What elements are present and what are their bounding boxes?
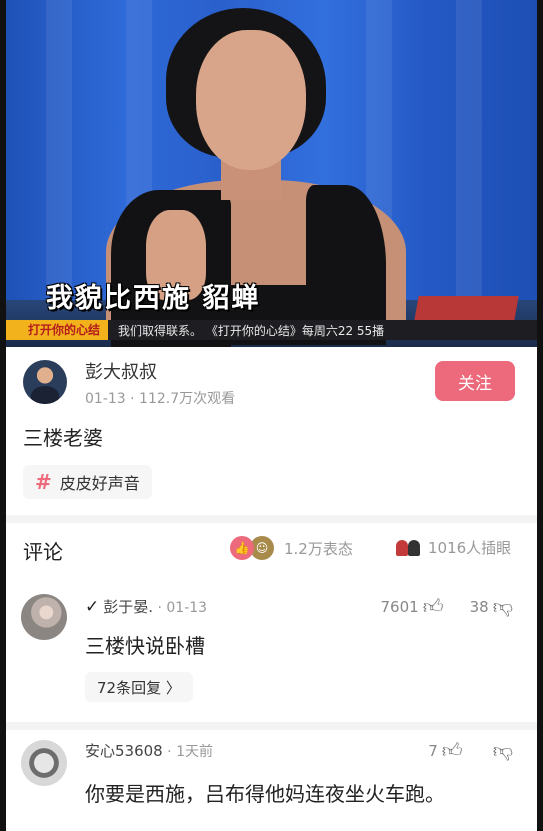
hash-icon: # xyxy=(35,470,52,494)
author-avatar[interactable] xyxy=(23,360,67,404)
commenter-avatar[interactable] xyxy=(21,594,67,640)
topic-tag[interactable]: # 皮皮好声音 xyxy=(23,465,152,499)
backdrop-stripe xyxy=(456,0,482,347)
comments-title: 评论 xyxy=(23,540,63,564)
commenter-name[interactable]: 彭于晏. xyxy=(103,598,153,616)
comment-item: ✓ 彭于晏. · 01-13 7601 👍︎ 38 👎︎ 三楼快说卧槽 72条回复… xyxy=(6,590,537,720)
ticker-tag: 打开你的心结 xyxy=(6,320,109,340)
view-replies-button[interactable]: 72条回复 〉 xyxy=(85,672,193,702)
comment-meta: 安心53608 · 1天前 xyxy=(85,740,213,761)
post-text: 三楼老婆 xyxy=(23,426,103,450)
eye-insert-icon xyxy=(396,536,422,558)
thumb-up-icon[interactable]: 👍︎ xyxy=(442,738,463,763)
tv-ticker: 打开你的心结 我们取得联系。 《打开你的心结》每周六22 55播 xyxy=(6,320,537,340)
post-meta: 01-13 · 112.7万次观看 xyxy=(85,391,236,407)
video-player[interactable]: 我貌比西施 貂蝉 打开你的心结 我们取得联系。 《打开你的心结》每周六22 55… xyxy=(6,0,537,347)
ticker-text: 我们取得联系。 《打开你的心结》每周六22 55播 xyxy=(118,323,385,338)
comment-actions: 7 👍︎ 👎︎ xyxy=(428,738,513,763)
comment-date: · 1天前 xyxy=(167,744,213,760)
author-name[interactable]: 彭大叔叔 xyxy=(85,358,157,384)
thumb-down-icon[interactable]: 👎︎ xyxy=(493,594,513,619)
person-face xyxy=(196,30,306,170)
comment-actions: 7601 👍︎ 38 👎︎ xyxy=(381,594,514,619)
like-count: 7601 xyxy=(380,597,419,616)
comment-text: 三楼快说卧槽 xyxy=(85,634,205,658)
section-divider xyxy=(6,515,537,523)
insert-eye-summary[interactable]: 1016人插眼 xyxy=(396,536,511,558)
reaction-count: 1.2万表态 xyxy=(284,539,353,558)
like-count: 7 xyxy=(428,741,438,760)
video-subtitle: 我貌比西施 貂蝉 xyxy=(46,283,261,314)
comment-meta: ✓ 彭于晏. · 01-13 xyxy=(85,596,207,617)
dislike-count: 38 xyxy=(469,597,489,616)
comment-date: · 01-13 xyxy=(157,600,208,616)
insert-count: 1016人插眼 xyxy=(428,538,512,557)
comment-text: 你要是西施，吕布得他妈连夜坐火车跑。 xyxy=(85,782,445,806)
author-row: 彭大叔叔 01-13 · 112.7万次观看 关注 xyxy=(6,352,537,412)
reactions-summary[interactable]: 👍 ☺ 1.2万表态 xyxy=(230,536,353,560)
thumb-up-icon[interactable]: 👍︎ xyxy=(423,594,444,619)
follow-button[interactable]: 关注 xyxy=(435,361,515,401)
verified-check-icon: ✓ xyxy=(85,597,100,617)
thumb-down-icon[interactable]: 👎︎ xyxy=(493,738,513,763)
topic-label: 皮皮好声音 xyxy=(59,474,140,493)
commenter-avatar[interactable] xyxy=(21,740,67,786)
comment-divider xyxy=(6,722,537,730)
like-reaction-icon: 👍 xyxy=(230,536,254,560)
comment-item: 安心53608 · 1天前 7 👍︎ 👎︎ 你要是西施，吕布得他妈连夜坐火车跑。 xyxy=(6,738,537,831)
commenter-name[interactable]: 安心53608 xyxy=(85,742,163,760)
app-frame: 我貌比西施 貂蝉 打开你的心结 我们取得联系。 《打开你的心结》每周六22 55… xyxy=(6,0,537,831)
